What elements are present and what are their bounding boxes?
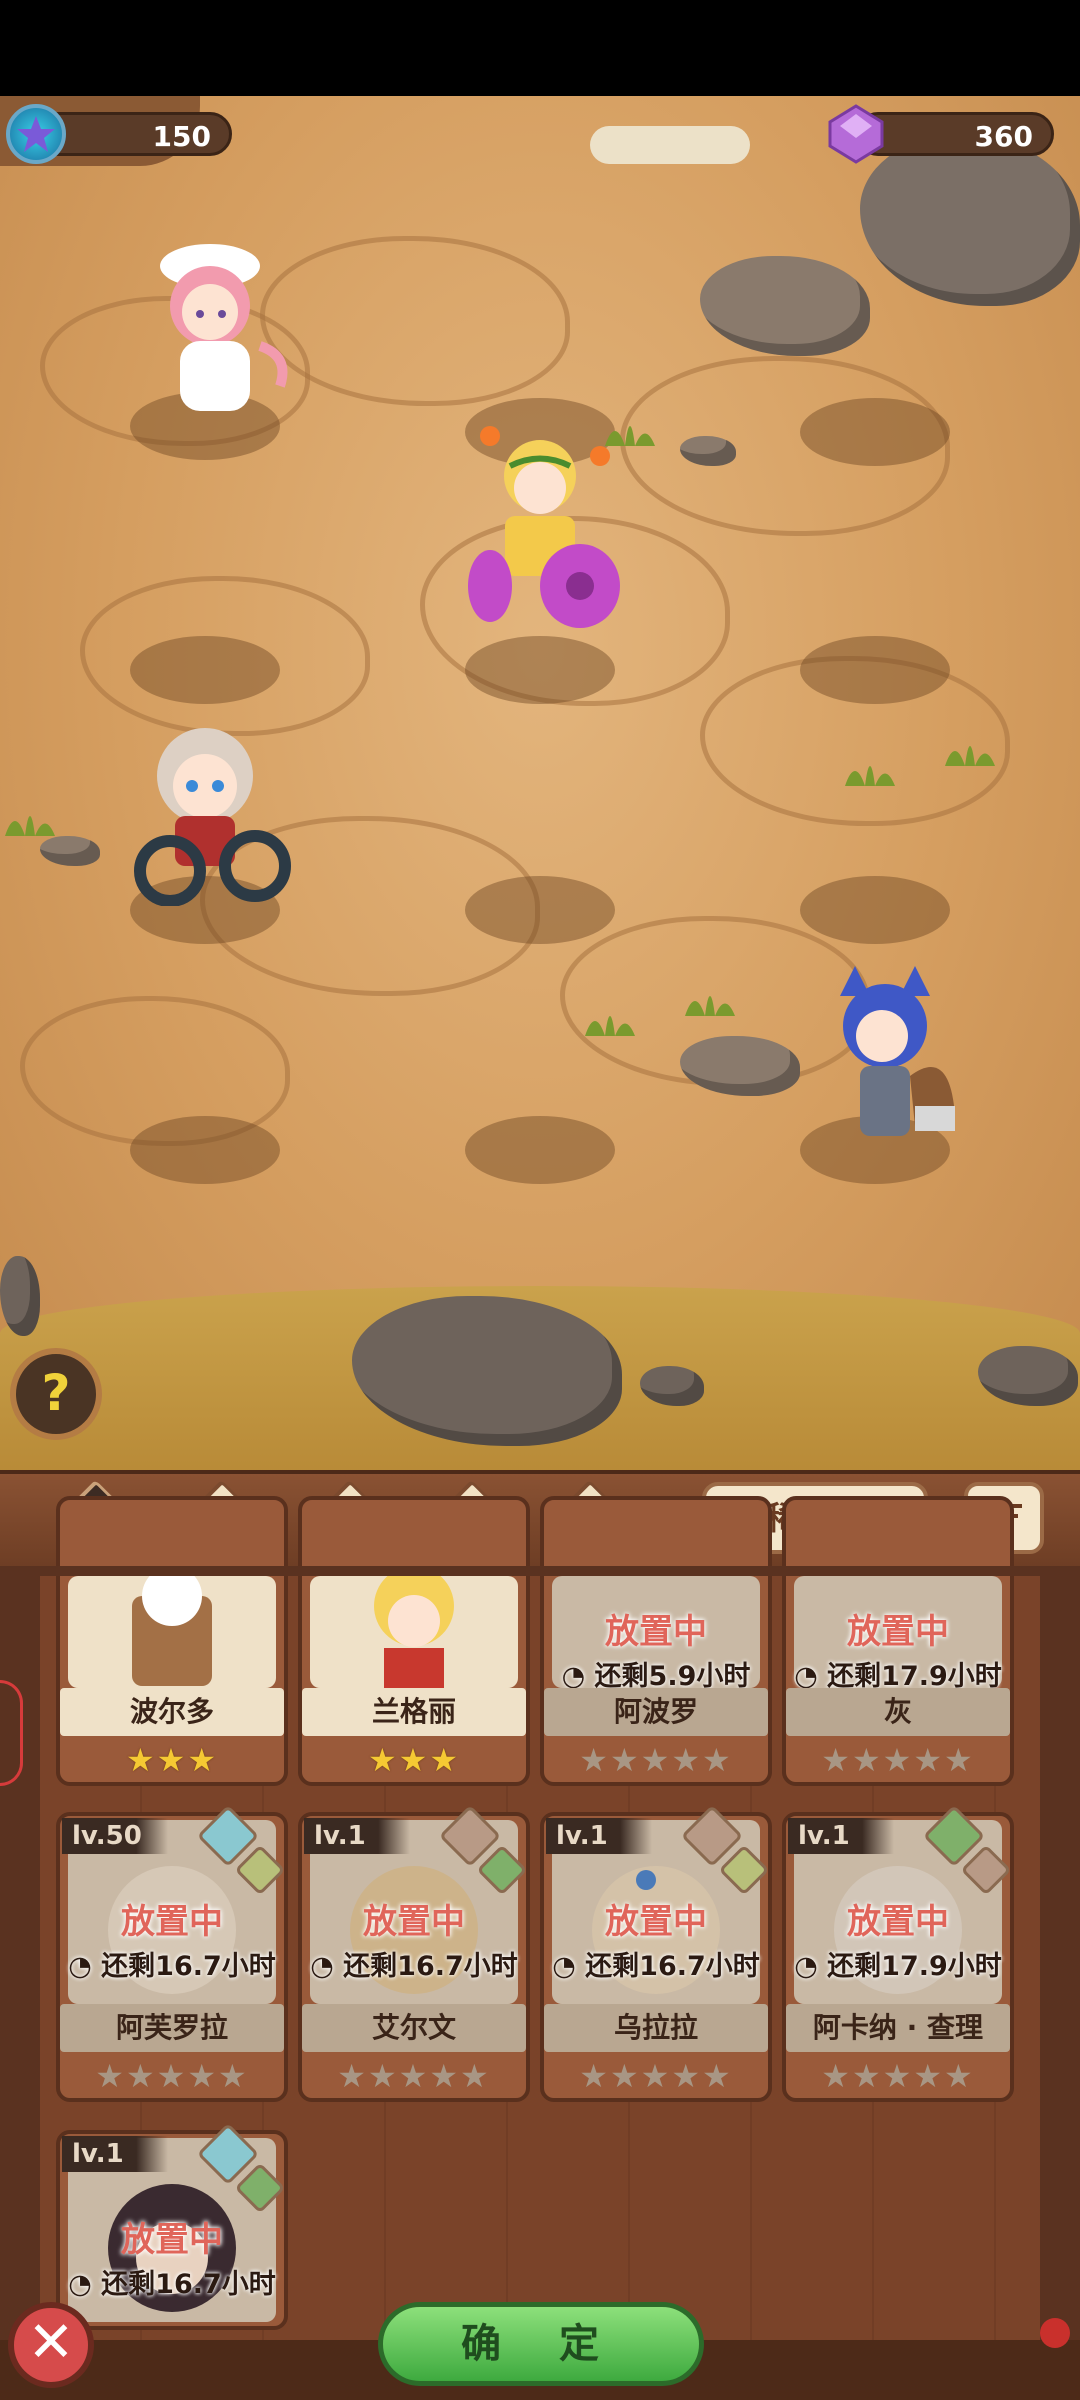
placement-slot[interactable]: [465, 1116, 615, 1184]
card-stars: ★★★: [125, 1741, 219, 1779]
placement-slot[interactable]: [465, 876, 615, 944]
character-card[interactable]: lv.1 放置中 ◔ 还剩16.7小时: [56, 2122, 288, 2330]
bone-decoration: [590, 126, 750, 164]
card-name: 乌拉拉: [544, 2004, 768, 2052]
grass-tuft: [585, 1016, 635, 1036]
character-card[interactable]: 放置中 ◔ 还剩17.9小时 灰 ★★★★★: [782, 1496, 1014, 1786]
card-level: lv.50: [62, 1818, 168, 1854]
card-remaining-time: ◔ 还剩16.7小时: [552, 1951, 760, 1982]
card-stars: ★★★★★: [337, 2057, 491, 2095]
card-remaining-time: ◔ 还剩16.7小时: [68, 1951, 276, 1982]
battle-field: [0, 96, 1080, 1476]
placement-slot[interactable]: [465, 636, 615, 704]
shelf-top-edge: [0, 1566, 1080, 1576]
shelf-pillar-right: [1040, 1566, 1080, 2400]
card-name: 阿芙罗拉: [60, 2004, 284, 2052]
grass-tuft: [5, 816, 55, 836]
card-name: 阿卡纳 · 查理: [786, 2004, 1010, 2052]
card-name: 阿波罗: [544, 1688, 768, 1736]
rock: [680, 1036, 800, 1096]
card-stars: ★★★★★: [821, 2057, 975, 2095]
card-stars: ★★★★★: [95, 2057, 249, 2095]
card-status: 放置中: [605, 1902, 707, 1942]
card-stars: ★★★★★: [579, 1741, 733, 1779]
character-card[interactable]: lv.50 放置中 ◔ 还剩16.7小时 阿芙罗拉 ★★★★★: [56, 1804, 288, 2102]
side-indicator-icon: [0, 1680, 23, 1786]
card-status: 放置中: [121, 1902, 223, 1942]
character-card[interactable]: lv.1 放置中 ◔ 还剩16.7小时 乌拉拉 ★★★★★: [540, 1804, 772, 2102]
crystal-icon: [826, 104, 886, 164]
close-button[interactable]: ✕: [8, 2302, 94, 2388]
character-fire-boy-chariot[interactable]: [460, 416, 630, 646]
card-level: lv.1: [788, 1818, 894, 1854]
card-name: 波尔多: [60, 1688, 284, 1736]
character-card[interactable]: 波尔多 ★★★: [56, 1496, 288, 1786]
placement-slot[interactable]: [130, 1116, 280, 1184]
card-status: 放置中: [847, 1902, 949, 1942]
grass-tuft: [945, 746, 995, 766]
boulder: [700, 256, 870, 356]
ladybug-icon: [1040, 2318, 1070, 2348]
card-stars: ★★★★★: [579, 2057, 733, 2095]
card-status: 放置中: [605, 1612, 707, 1652]
character-card[interactable]: 兰格丽 ★★★: [298, 1496, 530, 1786]
card-name: 兰格丽: [302, 1688, 526, 1736]
grass-tuft: [685, 996, 735, 1016]
character-pink-hair-girl[interactable]: [150, 236, 300, 426]
card-remaining-time: ◔ 还剩16.7小时: [310, 1951, 518, 1982]
character-portrait: [132, 1576, 212, 1686]
card-stars: ★★★: [367, 1741, 461, 1779]
character-card[interactable]: lv.1 放置中 ◔ 还剩17.9小时 阿卡纳 · 查理 ★★★★★: [782, 1804, 1014, 2102]
card-level: lv.1: [304, 1818, 410, 1854]
card-status: 放置中: [121, 2220, 223, 2260]
help-button[interactable]: ?: [10, 1348, 102, 1440]
star-points-icon: [6, 104, 66, 164]
rock: [0, 1256, 40, 1336]
status-bar: [0, 0, 1080, 96]
placement-slot[interactable]: [800, 876, 950, 944]
card-status: 放置中: [847, 1612, 949, 1652]
character-blue-cat-girl[interactable]: [820, 956, 970, 1166]
card-status: 放置中: [363, 1902, 465, 1942]
grass-tuft: [845, 766, 895, 786]
placement-slot[interactable]: [800, 398, 950, 466]
character-portrait: [374, 1576, 454, 1688]
card-level: lv.1: [546, 1818, 652, 1854]
placement-slot[interactable]: [800, 636, 950, 704]
card-remaining-time: ◔ 还剩17.9小时: [794, 1951, 1002, 1982]
card-level: lv.1: [62, 2136, 168, 2172]
card-remaining-time: ◔ 还剩16.7小时: [68, 2269, 276, 2300]
placement-slot[interactable]: [130, 636, 280, 704]
card-name: 灰: [786, 1688, 1010, 1736]
character-white-hair-wheel-girl[interactable]: [130, 706, 300, 906]
rock: [40, 836, 100, 866]
confirm-button[interactable]: 确 定: [378, 2302, 704, 2386]
character-card[interactable]: 放置中 ◔ 还剩5.9小时 阿波罗 ★★★★★: [540, 1496, 772, 1786]
card-stars: ★★★★★: [821, 1741, 975, 1779]
character-card[interactable]: lv.1 放置中 ◔ 还剩16.7小时 艾尔文 ★★★★★: [298, 1804, 530, 2102]
boulder: [860, 136, 1080, 306]
card-name: 艾尔文: [302, 2004, 526, 2052]
